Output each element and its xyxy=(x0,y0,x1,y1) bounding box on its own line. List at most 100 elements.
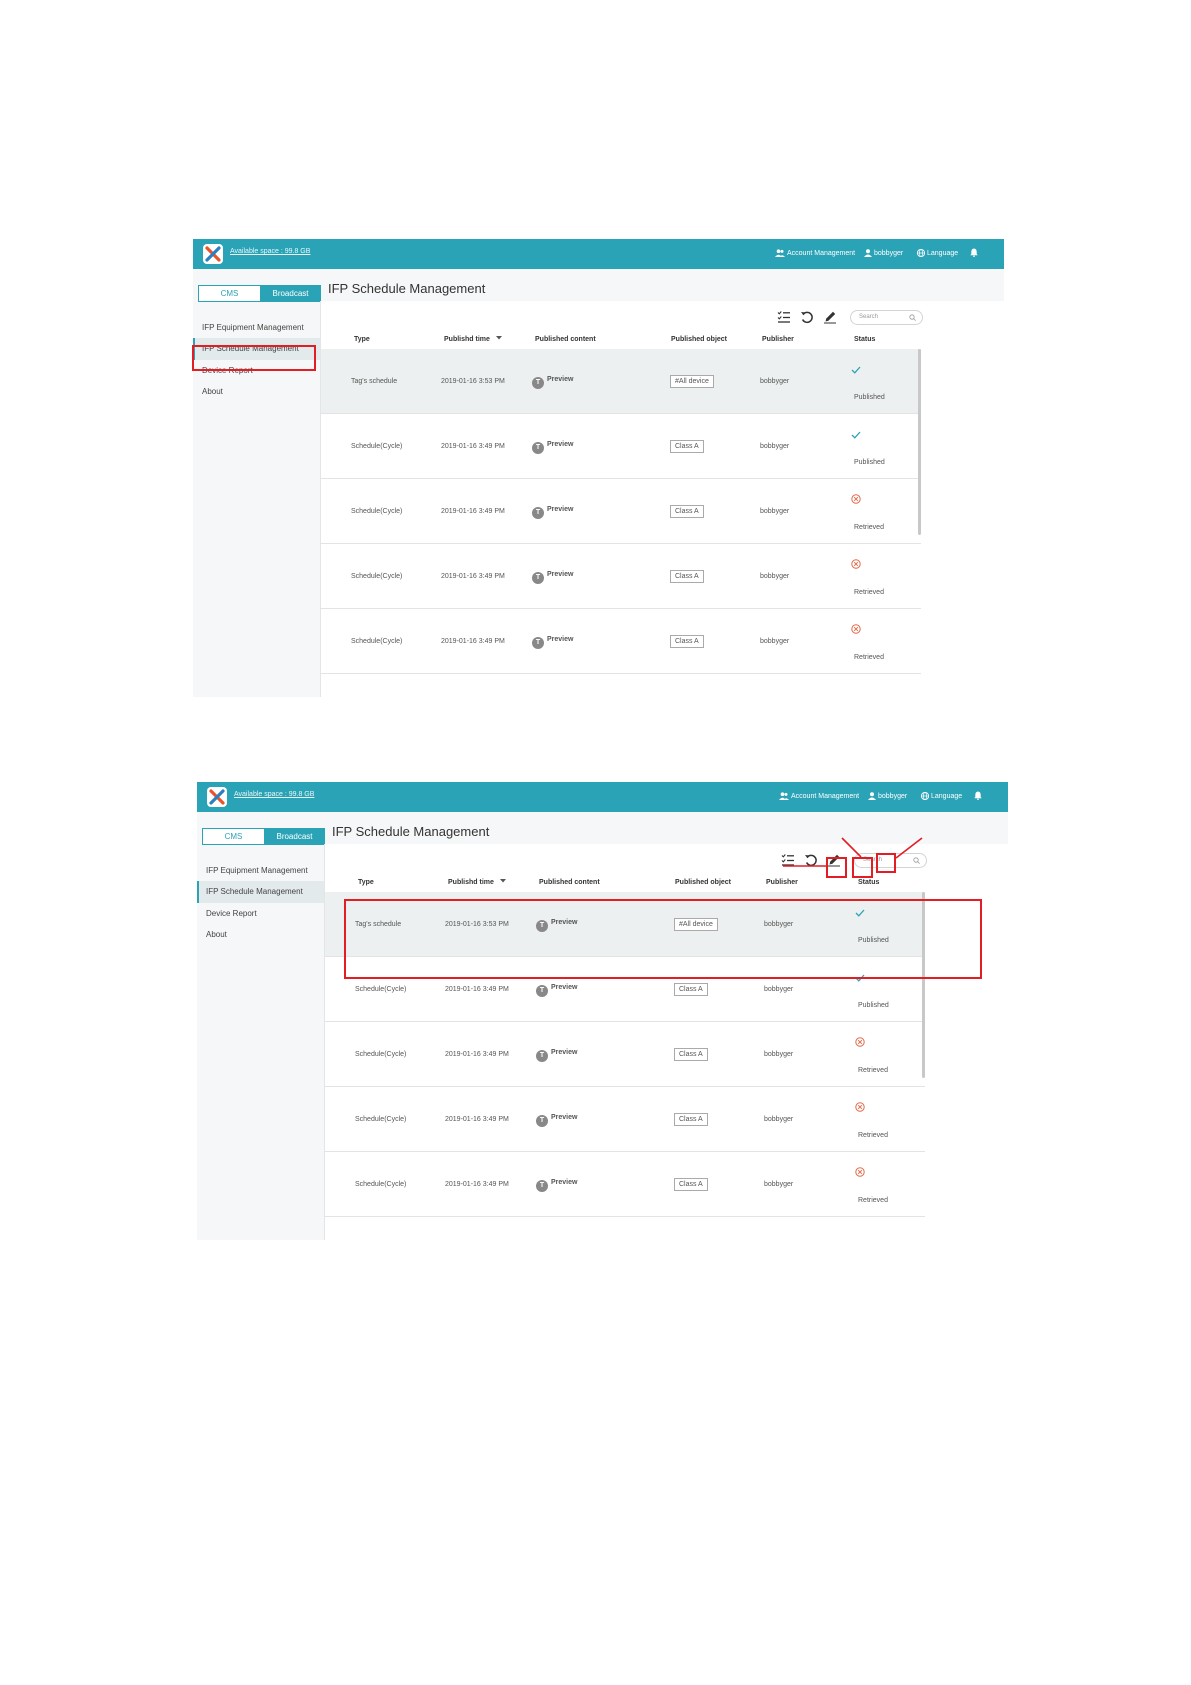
column-header-publish-time[interactable]: Publishd time xyxy=(448,879,506,886)
highlight-sidebar-schedule-management xyxy=(192,345,316,371)
status-badge: Published xyxy=(854,459,885,466)
edit-icon[interactable] xyxy=(823,310,837,324)
language-menu[interactable]: Language xyxy=(920,791,962,801)
row-publisher: bobbyger xyxy=(760,443,790,450)
app-logo-icon[interactable] xyxy=(207,787,227,807)
app-logo-icon[interactable] xyxy=(203,244,223,264)
sidebar-item-ifp-equipment-management[interactable]: IFP Equipment Management xyxy=(197,860,325,882)
preview-link[interactable]: T Preview xyxy=(532,506,573,519)
preview-label: Preview xyxy=(547,506,574,513)
status-badge: Retrieved xyxy=(858,1132,888,1139)
row-type: Schedule(Cycle) xyxy=(351,573,403,580)
preview-link[interactable]: T Preview xyxy=(532,571,573,584)
column-header-published-content[interactable]: Published content xyxy=(535,336,596,343)
search-input[interactable]: Search xyxy=(850,310,923,325)
column-header-status[interactable]: Status xyxy=(854,336,875,343)
user-menu[interactable]: bobbyger xyxy=(864,249,903,257)
sidebar-item-about[interactable]: About xyxy=(197,924,325,946)
table-scrollbar[interactable] xyxy=(918,349,921,535)
checklist-icon[interactable] xyxy=(777,310,791,324)
screenshot-1: Available space : 99.8 GB Account Manage… xyxy=(193,239,1004,697)
account-management-link[interactable]: Account Management xyxy=(775,249,855,257)
sort-down-icon[interactable] xyxy=(499,879,506,883)
row-publish-time: 2019-01-16 3:49 PM xyxy=(441,573,505,580)
checklist-icon[interactable] xyxy=(781,853,795,867)
bell-icon[interactable] xyxy=(970,248,980,257)
column-header-status[interactable]: Status xyxy=(858,879,879,886)
row-publish-time: 2019-01-16 3:49 PM xyxy=(445,1051,509,1058)
users-icon xyxy=(779,792,789,800)
preview-t-icon: T xyxy=(532,377,544,389)
table-row[interactable]: Schedule(Cycle) 2019-01-16 3:49 PM T Previe… xyxy=(325,1152,925,1217)
tab-broadcast[interactable]: Broadcast xyxy=(260,286,321,301)
language-menu[interactable]: Language xyxy=(916,248,958,258)
status-icon xyxy=(851,621,861,639)
published-object-tag: Class A xyxy=(670,440,704,453)
table-row[interactable]: Schedule(Cycle) 2019-01-16 3:49 PM T Previe… xyxy=(321,479,921,544)
row-publisher: bobbyger xyxy=(764,1181,794,1188)
table-row[interactable]: Schedule(Cycle) 2019-01-16 3:49 PM T Previe… xyxy=(325,1022,925,1087)
user-menu[interactable]: bobbyger xyxy=(868,792,907,800)
preview-link[interactable]: T Preview xyxy=(536,1114,577,1127)
preview-label: Preview xyxy=(551,984,578,991)
table-row[interactable]: Schedule(Cycle) 2019-01-16 3:49 PM T Previe… xyxy=(321,609,921,674)
published-object-tag: Class A xyxy=(674,983,708,996)
preview-label: Preview xyxy=(551,1114,578,1121)
row-publish-time: 2019-01-16 3:49 PM xyxy=(445,1116,509,1123)
available-space-link[interactable]: Available space : 99.8 GB xyxy=(230,248,310,255)
preview-link[interactable]: T Preview xyxy=(532,441,573,454)
table-row[interactable]: Tag's schedule 2019-01-16 3:53 PM T Preview… xyxy=(321,349,921,414)
column-header-publish-time-label: Publishd time xyxy=(444,336,490,343)
user-name: bobbyger xyxy=(874,250,904,257)
published-object-tag: Class A xyxy=(670,635,704,648)
error-circle-icon xyxy=(855,1167,865,1177)
user-name: bobbyger xyxy=(878,793,908,800)
status-icon xyxy=(851,491,861,509)
row-type: Schedule(Cycle) xyxy=(355,1181,407,1188)
column-header-publisher[interactable]: Publisher xyxy=(762,336,794,343)
row-type: Schedule(Cycle) xyxy=(351,508,403,515)
highlight-checklist-button xyxy=(826,857,847,878)
status-badge: Retrieved xyxy=(854,524,884,531)
table-row[interactable]: Schedule(Cycle) 2019-01-16 3:49 PM T Previe… xyxy=(321,544,921,609)
account-management-link[interactable]: Account Management xyxy=(779,792,859,800)
bell-icon[interactable] xyxy=(974,791,984,800)
table-row[interactable]: Schedule(Cycle) 2019-01-16 3:49 PM T Previe… xyxy=(321,414,921,479)
preview-link[interactable]: T Preview xyxy=(532,376,573,389)
preview-link[interactable]: T Preview xyxy=(536,984,577,997)
sidebar-item-ifp-schedule-management[interactable]: IFP Schedule Management xyxy=(197,881,325,903)
error-circle-icon xyxy=(851,624,861,634)
status-badge: Retrieved xyxy=(854,654,884,661)
preview-t-icon: T xyxy=(536,1115,548,1127)
tab-cms[interactable]: CMS xyxy=(203,829,264,844)
status-icon xyxy=(855,1099,865,1117)
preview-t-icon: T xyxy=(536,1180,548,1192)
column-header-publisher[interactable]: Publisher xyxy=(766,879,798,886)
preview-link[interactable]: T Preview xyxy=(532,636,573,649)
tab-broadcast[interactable]: Broadcast xyxy=(264,829,325,844)
sidebar-item-ifp-equipment-management[interactable]: IFP Equipment Management xyxy=(193,317,321,339)
status-badge: Retrieved xyxy=(858,1197,888,1204)
sidebar-item-about[interactable]: About xyxy=(193,381,321,403)
column-header-published-object[interactable]: Published object xyxy=(671,336,727,343)
column-header-published-content[interactable]: Published content xyxy=(539,879,600,886)
page-title: IFP Schedule Management xyxy=(328,281,486,296)
retrieve-icon[interactable] xyxy=(804,853,818,867)
preview-label: Preview xyxy=(547,571,574,578)
preview-link[interactable]: T Preview xyxy=(536,1179,577,1192)
column-header-type[interactable]: Type xyxy=(358,879,374,886)
tab-cms[interactable]: CMS xyxy=(199,286,260,301)
sidebar-item-device-report[interactable]: Device Report xyxy=(197,903,325,925)
sort-down-icon[interactable] xyxy=(495,336,502,340)
status-badge: Published xyxy=(854,394,885,401)
column-header-published-object[interactable]: Published object xyxy=(675,879,731,886)
preview-label: Preview xyxy=(551,1049,578,1056)
retrieve-icon[interactable] xyxy=(800,310,814,324)
row-publish-time: 2019-01-16 3:53 PM xyxy=(441,378,505,385)
preview-link[interactable]: T Preview xyxy=(536,1049,577,1062)
column-header-publish-time[interactable]: Publishd time xyxy=(444,336,502,343)
status-icon xyxy=(851,556,861,574)
available-space-link[interactable]: Available space : 99.8 GB xyxy=(234,791,314,798)
column-header-type[interactable]: Type xyxy=(354,336,370,343)
table-row[interactable]: Schedule(Cycle) 2019-01-16 3:49 PM T Previe… xyxy=(325,1087,925,1152)
